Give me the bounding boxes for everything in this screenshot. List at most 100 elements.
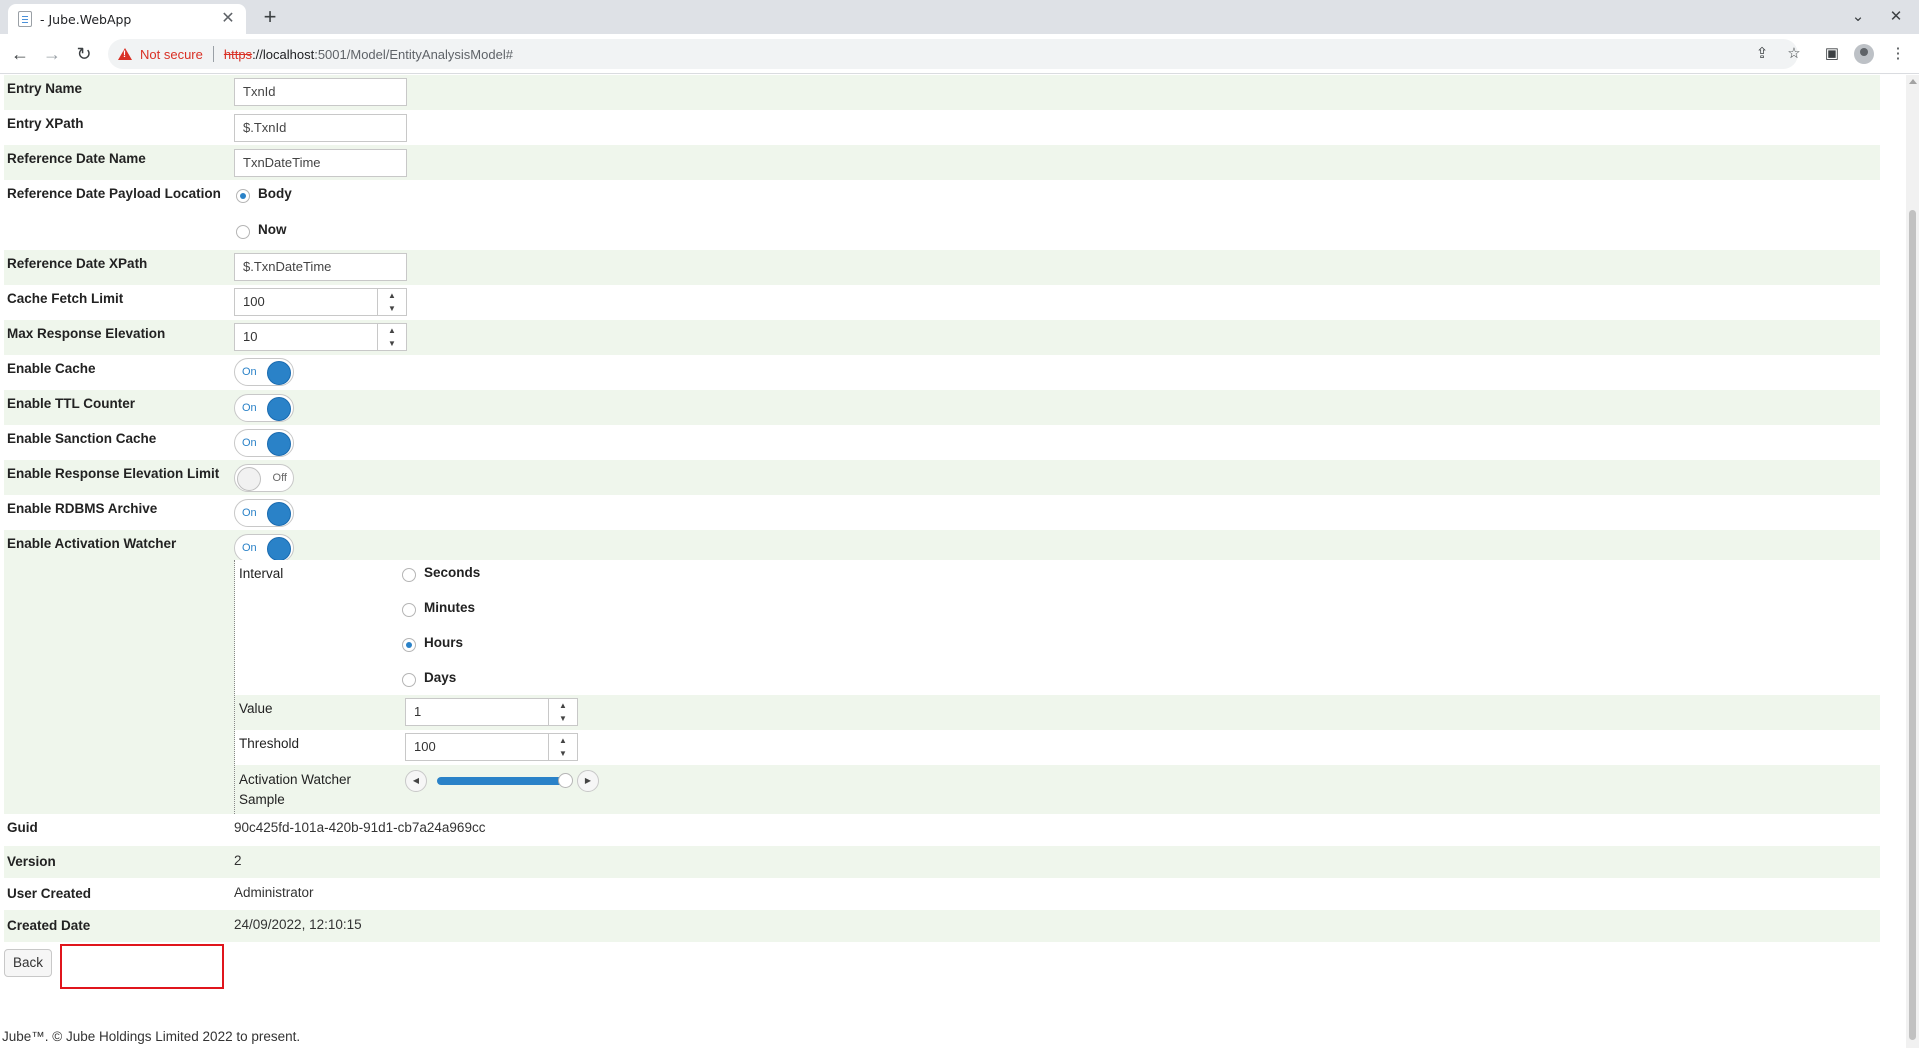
decrement-arrow-icon[interactable]: ▼ bbox=[549, 712, 577, 725]
interval-hours-label[interactable]: Hours bbox=[424, 635, 463, 650]
entry-name-input[interactable]: TxnId bbox=[234, 78, 407, 106]
slider-handle[interactable] bbox=[558, 773, 573, 788]
enable-cache-row: Enable Cache On bbox=[4, 355, 1880, 390]
interval-days-label[interactable]: Days bbox=[424, 670, 456, 685]
address-bar[interactable]: Not secure https://localhost:5001/Model/… bbox=[108, 39, 1798, 69]
payload-location-now-label[interactable]: Now bbox=[258, 222, 287, 237]
tab-search-chevron-icon[interactable]: ⌄ bbox=[1846, 6, 1870, 28]
guid-label: Guid bbox=[7, 820, 38, 835]
enable-ttl-counter-toggle[interactable]: On bbox=[234, 394, 294, 422]
sample-label-line2: Sample bbox=[239, 792, 285, 807]
share-icon[interactable]: ⇪ bbox=[1752, 44, 1772, 64]
reference-date-xpath-input[interactable]: $.TxnDateTime bbox=[234, 253, 407, 281]
payload-location-body-radio[interactable] bbox=[236, 189, 250, 203]
reference-date-xpath-row: Reference Date XPath $.TxnDateTime bbox=[4, 250, 1880, 285]
enable-rdbms-archive-label: Enable RDBMS Archive bbox=[7, 501, 158, 516]
cache-fetch-limit-stepper[interactable]: 100 ▲ ▼ bbox=[234, 288, 407, 316]
reference-date-payload-location-row: Reference Date Payload Location Body Now bbox=[4, 180, 1880, 250]
enable-cache-label: Enable Cache bbox=[7, 361, 96, 376]
enable-response-elevation-limit-label: Enable Response Elevation Limit bbox=[7, 466, 220, 481]
reload-icon[interactable]: ↻ bbox=[72, 42, 96, 66]
cache-fetch-limit-row: Cache Fetch Limit 100 ▲ ▼ bbox=[4, 285, 1880, 320]
slider-track[interactable] bbox=[437, 773, 573, 788]
max-response-elevation-stepper[interactable]: 10 ▲ ▼ bbox=[234, 323, 407, 351]
not-secure-label[interactable]: Not secure bbox=[140, 47, 203, 62]
slider-right-arrow-icon[interactable]: ▶ bbox=[577, 770, 599, 792]
interval-row: Interval Seconds Minutes Hours Days bbox=[235, 560, 1881, 695]
watcher-value-stepper[interactable]: 1 ▲ ▼ bbox=[405, 698, 578, 726]
interval-hours-radio[interactable] bbox=[402, 638, 416, 652]
page-favicon-icon bbox=[18, 11, 32, 27]
back-arrow-icon[interactable]: ← bbox=[8, 42, 32, 66]
decrement-arrow-icon[interactable]: ▼ bbox=[378, 337, 406, 350]
window-close-icon[interactable]: ✕ bbox=[1884, 6, 1908, 28]
forward-arrow-icon[interactable]: → bbox=[40, 42, 64, 66]
increment-arrow-icon[interactable]: ▲ bbox=[549, 734, 577, 747]
bookmark-star-icon[interactable]: ☆ bbox=[1784, 44, 1804, 64]
enable-response-elevation-limit-toggle[interactable]: Off bbox=[234, 464, 294, 492]
reference-date-xpath-label: Reference Date XPath bbox=[7, 256, 148, 271]
entry-name-label: Entry Name bbox=[7, 81, 83, 96]
watcher-value-label: Value bbox=[239, 701, 273, 716]
profile-avatar-icon[interactable] bbox=[1854, 44, 1874, 64]
cache-fetch-limit-value[interactable]: 100 bbox=[235, 289, 377, 315]
toggle-state-label: On bbox=[242, 437, 257, 449]
version-value: 2 bbox=[234, 853, 242, 868]
enable-activation-watcher-row: Enable Activation Watcher On bbox=[4, 530, 1880, 562]
cache-fetch-limit-label: Cache Fetch Limit bbox=[7, 291, 124, 306]
threshold-stepper[interactable]: 100 ▲ ▼ bbox=[405, 733, 578, 761]
toggle-knob bbox=[237, 467, 261, 491]
interval-minutes-label[interactable]: Minutes bbox=[424, 600, 475, 615]
entry-xpath-input[interactable]: $.TxnId bbox=[234, 114, 407, 142]
payload-location-body-label[interactable]: Body bbox=[258, 186, 292, 201]
increment-arrow-icon[interactable]: ▲ bbox=[549, 699, 577, 712]
reference-date-name-label: Reference Date Name bbox=[7, 151, 146, 166]
watcher-value-value[interactable]: 1 bbox=[406, 699, 548, 725]
enable-rdbms-archive-toggle[interactable]: On bbox=[234, 499, 294, 527]
enable-activation-watcher-toggle[interactable]: On bbox=[234, 534, 294, 562]
max-response-elevation-value[interactable]: 10 bbox=[235, 324, 377, 350]
toggle-state-label: On bbox=[242, 542, 257, 554]
increment-arrow-icon[interactable]: ▲ bbox=[378, 289, 406, 302]
activation-watcher-sample-slider[interactable]: ◀ ▶ bbox=[405, 770, 599, 792]
guid-value: 90c425fd-101a-420b-91d1-cb7a24a969cc bbox=[234, 820, 486, 835]
interval-seconds-radio[interactable] bbox=[402, 568, 416, 582]
enable-cache-toggle[interactable]: On bbox=[234, 358, 294, 386]
entry-xpath-label: Entry XPath bbox=[7, 116, 84, 131]
threshold-row: Threshold 100 ▲ ▼ bbox=[235, 730, 1881, 765]
threshold-value[interactable]: 100 bbox=[406, 734, 548, 760]
entry-xpath-row: Entry XPath $.TxnId bbox=[4, 110, 1880, 145]
decrement-arrow-icon[interactable]: ▼ bbox=[378, 302, 406, 315]
activation-watcher-sample-label: Activation Watcher Sample bbox=[239, 770, 351, 810]
enable-ttl-counter-label: Enable TTL Counter bbox=[7, 396, 136, 411]
menu-kebab-icon[interactable]: ⋮ bbox=[1888, 44, 1908, 64]
vertical-scrollbar[interactable] bbox=[1906, 75, 1919, 1048]
interval-minutes-radio[interactable] bbox=[402, 603, 416, 617]
slider-left-arrow-icon[interactable]: ◀ bbox=[405, 770, 427, 792]
toggle-knob bbox=[267, 432, 291, 456]
payload-location-now-radio[interactable] bbox=[236, 225, 250, 239]
tab-title: - Jube.WebApp bbox=[40, 11, 132, 27]
user-created-row: User Created Administrator bbox=[4, 878, 1880, 910]
reference-date-name-input[interactable]: TxnDateTime bbox=[234, 149, 407, 177]
page-viewport: Entry Name TxnId Entry XPath $.TxnId Ref… bbox=[0, 75, 1906, 1048]
scrollbar-thumb[interactable] bbox=[1909, 210, 1916, 1040]
scroll-up-arrow-icon[interactable] bbox=[1909, 79, 1917, 84]
back-button[interactable]: Back bbox=[4, 949, 52, 977]
close-tab-icon[interactable]: ✕ bbox=[220, 11, 236, 27]
increment-arrow-icon[interactable]: ▲ bbox=[378, 324, 406, 337]
interval-days-radio[interactable] bbox=[402, 673, 416, 687]
decrement-arrow-icon[interactable]: ▼ bbox=[549, 747, 577, 760]
side-panel-icon[interactable]: ▣ bbox=[1822, 44, 1842, 64]
version-row: Version 2 bbox=[4, 846, 1880, 878]
sample-label-line1: Activation Watcher bbox=[239, 772, 352, 787]
enable-ttl-counter-row: Enable TTL Counter On bbox=[4, 390, 1880, 425]
enable-sanction-cache-toggle[interactable]: On bbox=[234, 429, 294, 457]
browser-tab-strip: - Jube.WebApp ✕ + ⌄ ✕ bbox=[0, 0, 1919, 34]
activation-watcher-sample-row: Activation Watcher Sample ◀ ▶ bbox=[235, 765, 1881, 814]
interval-seconds-label[interactable]: Seconds bbox=[424, 565, 480, 580]
toggle-state-label: On bbox=[242, 366, 257, 378]
toggle-state-label: On bbox=[242, 402, 257, 414]
new-tab-button[interactable]: + bbox=[258, 6, 282, 30]
browser-tab[interactable]: - Jube.WebApp ✕ bbox=[8, 4, 246, 34]
